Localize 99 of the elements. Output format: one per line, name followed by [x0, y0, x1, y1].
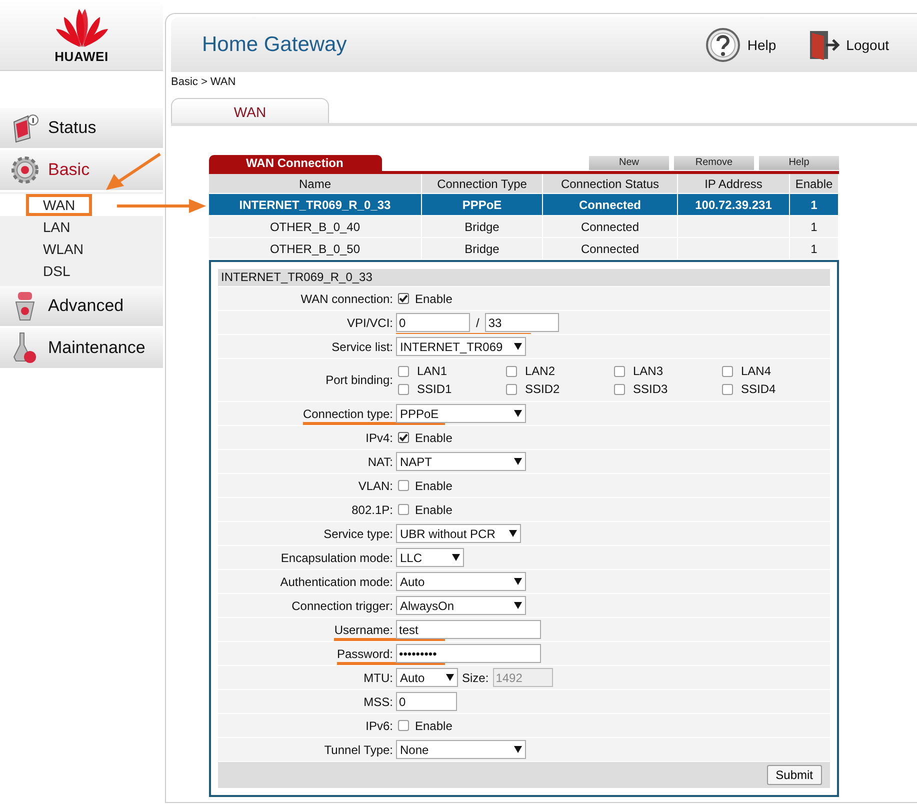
field-label: Authentication mode: — [280, 574, 393, 588]
checkbox[interactable] — [398, 384, 409, 394]
field-label: Encapsulation mode: — [280, 550, 393, 564]
input-field: 1492 — [492, 668, 553, 687]
toolbar-button[interactable]: Remove — [674, 156, 754, 170]
checkbox-label: Enable — [415, 502, 452, 516]
nav-item[interactable]: LAN — [27, 216, 99, 238]
dropdown[interactable]: NAPT — [396, 452, 526, 471]
checkbox[interactable] — [722, 366, 733, 376]
checkbox[interactable] — [506, 384, 517, 394]
nav-section[interactable]: Status — [0, 108, 163, 150]
nav-section[interactable]: Basic — [0, 150, 163, 192]
caret-icon — [514, 410, 522, 417]
field-label: IPv6: — [366, 718, 393, 732]
page-tab[interactable]: WAN — [171, 98, 329, 123]
connection-row[interactable]: INTERNET_TR069_R_0_33 PPPoE Connected 100.72.39.231 1 — [209, 194, 838, 216]
nav-item[interactable]: WAN — [0, 194, 163, 216]
field-label: MTU: — [364, 670, 393, 684]
checkbox[interactable] — [722, 384, 733, 394]
field-label: IPv4: — [366, 430, 393, 444]
column-header: IP Address — [678, 174, 790, 194]
caret-icon — [514, 343, 522, 350]
dropdown[interactable]: Auto — [396, 572, 526, 591]
field-label: Connection trigger: — [292, 598, 393, 612]
checkbox[interactable] — [398, 504, 409, 515]
checkbox[interactable] — [398, 432, 409, 443]
checkbox-label: Enable — [415, 478, 452, 492]
caret-icon — [514, 746, 522, 753]
dropdown[interactable]: LLC — [396, 548, 464, 567]
gear-icon — [10, 155, 40, 185]
nav-section[interactable]: Maintenance — [0, 328, 163, 370]
caret-icon — [514, 458, 522, 465]
field-label: NAT: — [368, 454, 393, 468]
separator-text: / — [476, 316, 480, 330]
caret-icon — [452, 554, 460, 561]
checkbox-label: SSID2 — [525, 382, 560, 396]
dropdown[interactable]: UBR without PCR — [396, 524, 521, 543]
field-label: VPI/VCI: — [346, 316, 393, 330]
checkbox[interactable] — [614, 384, 625, 394]
checkbox-label: Enable — [415, 292, 452, 306]
field-label: Port binding: — [326, 373, 393, 387]
connection-row[interactable]: OTHER_B_0_50 Bridge Connected 1 — [209, 238, 838, 259]
caret-icon — [514, 602, 522, 609]
logout-link[interactable]: Logout — [804, 28, 889, 60]
input-field[interactable]: test — [396, 620, 541, 639]
checkbox-label: LAN3 — [633, 364, 664, 378]
password-field[interactable]: ••••••••• — [396, 644, 541, 663]
column-header: Enable — [790, 174, 838, 194]
checkbox[interactable] — [398, 293, 409, 304]
dropdown[interactable]: Auto — [396, 668, 458, 687]
input-field[interactable]: 0 — [396, 692, 457, 711]
checkbox[interactable] — [398, 366, 409, 376]
field-label: WAN connection: — [300, 292, 393, 306]
toolbar-button[interactable]: Help — [759, 156, 839, 170]
form-title: INTERNET_TR069_R_0_33 — [218, 269, 830, 286]
dropdown[interactable]: None — [396, 740, 526, 759]
checkbox-label: SSID4 — [741, 382, 776, 396]
field-label: Service type: — [324, 526, 393, 540]
dropdown[interactable]: INTERNET_TR069 — [396, 337, 526, 356]
checkbox-label: Enable — [415, 430, 452, 444]
input-field[interactable]: 33 — [485, 313, 560, 332]
connection-row[interactable]: OTHER_B_0_40 Bridge Connected 1 — [209, 216, 838, 238]
app-title: Home Gateway — [202, 32, 348, 56]
help-link[interactable]: Help — [705, 26, 776, 62]
checkbox-label: LAN2 — [525, 364, 556, 378]
field-label: MSS: — [364, 694, 393, 708]
checkbox-label: Enable — [415, 718, 452, 732]
annotation-arrow — [106, 152, 161, 190]
field-label: 802.1P: — [352, 502, 393, 516]
input-field[interactable]: 0 — [396, 313, 470, 332]
column-header: Connection Type — [422, 174, 542, 194]
caret-icon — [514, 578, 522, 585]
nav-section[interactable]: Advanced — [0, 286, 163, 328]
petal-logo-icon — [54, 6, 110, 46]
column-header: Connection Status — [542, 174, 678, 194]
breadcrumb: Basic > WAN — [171, 75, 237, 90]
checkbox-label: LAN4 — [741, 364, 772, 378]
nav-item[interactable]: WLAN — [27, 238, 99, 260]
checkbox-label: LAN1 — [417, 364, 448, 378]
dropdown[interactable]: AlwaysOn — [396, 596, 526, 615]
checkbox[interactable] — [614, 366, 625, 376]
nav-item[interactable]: DSL — [27, 260, 99, 282]
checkbox-label: SSID3 — [633, 382, 668, 396]
checkbox[interactable] — [398, 480, 409, 491]
submit-button[interactable]: Submit — [766, 765, 822, 785]
field-label: Tunnel Type: — [324, 742, 393, 756]
toolbar-button[interactable]: New — [589, 156, 669, 170]
checkbox[interactable] — [506, 366, 517, 376]
caret-icon — [446, 674, 454, 681]
checkbox[interactable] — [398, 720, 409, 731]
help-icon — [705, 26, 742, 62]
brand-name: HUAWEI — [54, 48, 108, 64]
checkbox-label: SSID1 — [417, 382, 452, 396]
caret-icon — [509, 530, 517, 537]
field-label: VLAN: — [358, 478, 393, 492]
field-label: Service list: — [332, 340, 393, 354]
dropdown[interactable]: PPPoE — [396, 404, 526, 423]
field-label: Size: — [462, 670, 489, 684]
column-header: Name — [209, 174, 422, 194]
